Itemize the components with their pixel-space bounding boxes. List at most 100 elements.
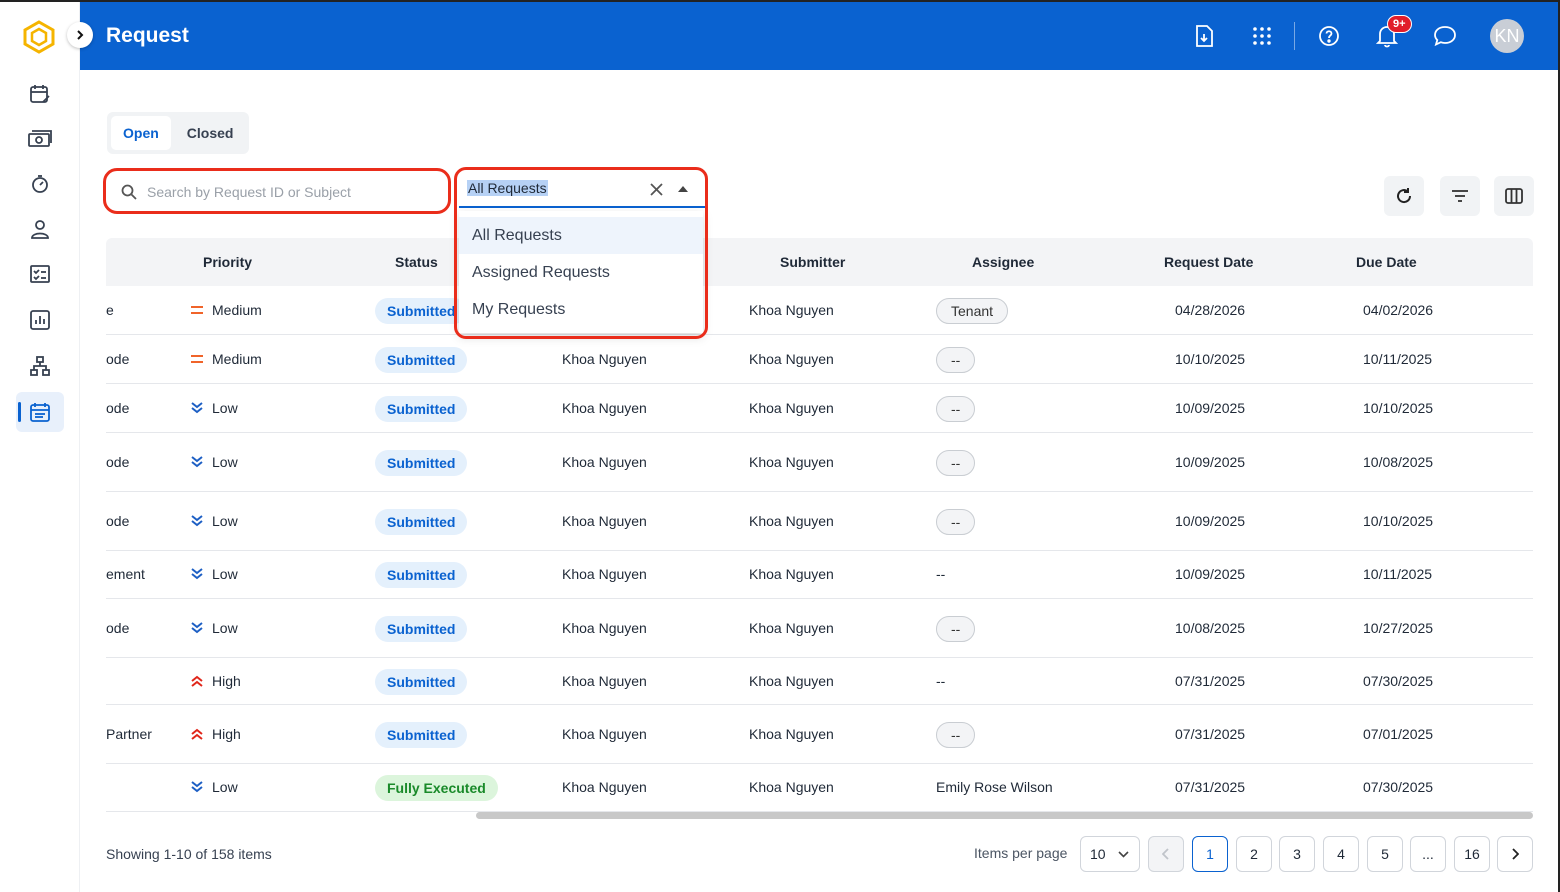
search-input[interactable] bbox=[147, 184, 427, 200]
table-row[interactable]: ode Low Submitted Khoa Nguyen Khoa Nguyen -- 1… bbox=[106, 599, 1533, 658]
page-ellipsis-button[interactable]: ... bbox=[1410, 836, 1446, 872]
refresh-button[interactable] bbox=[1384, 176, 1424, 216]
help-icon bbox=[1319, 26, 1339, 46]
priority-cell: Medium bbox=[190, 302, 262, 318]
priority-cell: Low bbox=[190, 566, 238, 582]
priority-label: Low bbox=[212, 513, 238, 529]
priority-label: Low bbox=[212, 400, 238, 416]
assignee-cell: -- bbox=[936, 396, 976, 422]
status-cell: Fully Executed bbox=[375, 775, 498, 801]
next-page-button[interactable] bbox=[1497, 836, 1533, 872]
table-row[interactable]: ode Low Submitted Khoa Nguyen Khoa Nguyen -- 1… bbox=[106, 384, 1533, 433]
owner-cell: Khoa Nguyen bbox=[562, 513, 647, 529]
option-my-requests[interactable]: My Requests bbox=[459, 291, 703, 328]
horizontal-scrollbar[interactable] bbox=[476, 812, 1533, 819]
sidebar-item-org-chart[interactable] bbox=[16, 346, 64, 386]
status-cell: Submitted bbox=[375, 616, 468, 642]
column-header-submitter[interactable]: Submitter bbox=[780, 254, 845, 270]
tab-open[interactable]: Open bbox=[111, 116, 171, 150]
sidebar-item-calendar[interactable] bbox=[16, 74, 64, 114]
sidebar-item-payments[interactable] bbox=[16, 119, 64, 159]
prev-page-button[interactable] bbox=[1148, 836, 1184, 872]
assignee-chip[interactable]: Tenant bbox=[936, 298, 1009, 324]
apps-grid-button[interactable] bbox=[1246, 20, 1278, 52]
assignee-chip[interactable]: -- bbox=[936, 347, 976, 373]
priority-label: Medium bbox=[212, 351, 262, 367]
subject-cell: ode bbox=[106, 454, 130, 470]
submitter-cell: Khoa Nguyen bbox=[749, 351, 834, 367]
page-button-5[interactable]: 5 bbox=[1367, 836, 1403, 872]
calendar-edit-icon bbox=[30, 85, 50, 103]
assignee-chip[interactable]: -- bbox=[936, 722, 976, 748]
page-button-16[interactable]: 16 bbox=[1454, 836, 1490, 872]
column-header-assignee[interactable]: Assignee bbox=[972, 254, 1034, 270]
column-header-status[interactable]: Status bbox=[395, 254, 438, 270]
table-row[interactable]: Partner High Submitted Khoa Nguyen Khoa Nguy… bbox=[106, 705, 1533, 764]
request-filter-select[interactable]: All Requests bbox=[459, 172, 705, 208]
owner-cell: Khoa Nguyen bbox=[562, 620, 647, 636]
assignee-chip[interactable]: -- bbox=[936, 450, 976, 476]
table-row[interactable]: ode Low Submitted Khoa Nguyen Khoa Nguyen -- 1… bbox=[106, 492, 1533, 551]
search-box bbox=[107, 174, 447, 210]
table-row[interactable]: ode Medium Submitted Khoa Nguyen Khoa Nguyen… bbox=[106, 335, 1533, 384]
caret-up-icon[interactable] bbox=[678, 186, 688, 192]
page-button-3[interactable]: 3 bbox=[1279, 836, 1315, 872]
filter-button[interactable] bbox=[1440, 176, 1480, 216]
sidebar-item-requests[interactable] bbox=[16, 392, 64, 432]
chevron-left-icon bbox=[1162, 848, 1169, 860]
priority-label: Medium bbox=[212, 302, 262, 318]
chat-button[interactable] bbox=[1429, 20, 1461, 52]
tab-closed[interactable]: Closed bbox=[175, 116, 246, 150]
assignee-chip[interactable]: -- bbox=[936, 396, 976, 422]
items-per-page-select[interactable]: 10 bbox=[1080, 836, 1140, 872]
assignee-chip[interactable]: -- bbox=[936, 509, 976, 535]
request-calendar-icon bbox=[30, 403, 50, 422]
sidebar-item-tasks[interactable] bbox=[16, 254, 64, 294]
status-badge: Fully Executed bbox=[375, 775, 498, 801]
clear-icon[interactable] bbox=[650, 183, 663, 196]
sidebar-item-reports[interactable] bbox=[16, 300, 64, 340]
option-all-requests[interactable]: All Requests bbox=[459, 217, 703, 254]
column-header-request-date[interactable]: Request Date bbox=[1164, 254, 1253, 270]
columns-button[interactable] bbox=[1494, 176, 1534, 216]
priority-medium-icon bbox=[191, 355, 203, 363]
column-header-due-date[interactable]: Due Date bbox=[1356, 254, 1417, 270]
table-row[interactable]: ement Low Submitted Khoa Nguyen Khoa Nguyen -… bbox=[106, 551, 1533, 599]
subject-cell: ement bbox=[106, 566, 145, 582]
app-logo-icon[interactable] bbox=[22, 20, 56, 54]
sidebar-expand-button[interactable] bbox=[67, 22, 93, 48]
sidebar-item-timer[interactable] bbox=[16, 164, 64, 204]
page-button-4[interactable]: 4 bbox=[1323, 836, 1359, 872]
page-button-1[interactable]: 1 bbox=[1192, 836, 1228, 872]
due-date-cell: 10/10/2025 bbox=[1363, 513, 1434, 529]
table-row[interactable]: Low Fully Executed Khoa Nguyen Khoa Nguyen E… bbox=[106, 764, 1533, 812]
help-button[interactable] bbox=[1313, 20, 1345, 52]
sidebar-item-contacts[interactable] bbox=[16, 209, 64, 249]
requests-table: Priority Status Submitter Assignee Reque… bbox=[106, 238, 1533, 812]
user-avatar[interactable]: KN bbox=[1490, 19, 1524, 53]
request-filter-dropdown: All Requests Assigned Requests My Reques… bbox=[459, 211, 703, 333]
table-row[interactable]: High Submitted Khoa Nguyen Khoa Nguyen -- 07/… bbox=[106, 658, 1533, 705]
assignee-cell: Tenant bbox=[936, 298, 1009, 324]
option-assigned-requests[interactable]: Assigned Requests bbox=[459, 254, 703, 291]
status-badge: Submitted bbox=[375, 509, 468, 535]
owner-cell: Khoa Nguyen bbox=[562, 779, 647, 795]
hierarchy-icon bbox=[30, 356, 50, 376]
column-header-priority[interactable]: Priority bbox=[203, 254, 252, 270]
priority-cell: Low bbox=[190, 779, 238, 795]
owner-cell: Khoa Nguyen bbox=[562, 400, 647, 416]
subject-cell: e bbox=[106, 302, 114, 318]
table-row[interactable]: ode Low Submitted Khoa Nguyen Khoa Nguyen -- 1… bbox=[106, 433, 1533, 492]
page-title: Request bbox=[106, 24, 189, 47]
download-file-button[interactable] bbox=[1188, 20, 1220, 52]
page-button-2[interactable]: 2 bbox=[1236, 836, 1272, 872]
due-date-cell: 07/30/2025 bbox=[1363, 673, 1434, 689]
owner-cell: Khoa Nguyen bbox=[562, 566, 647, 582]
submitter-cell: Khoa Nguyen bbox=[749, 302, 834, 318]
apps-grid-icon bbox=[1253, 27, 1271, 45]
table-row[interactable]: e Medium Submitted Khoa Nguyen Tenant 04/28/2… bbox=[106, 286, 1533, 335]
request-filter-value: All Requests bbox=[467, 180, 548, 196]
status-cell: Submitted bbox=[375, 396, 468, 422]
assignee-cell: -- bbox=[936, 616, 976, 642]
assignee-chip[interactable]: -- bbox=[936, 616, 976, 642]
